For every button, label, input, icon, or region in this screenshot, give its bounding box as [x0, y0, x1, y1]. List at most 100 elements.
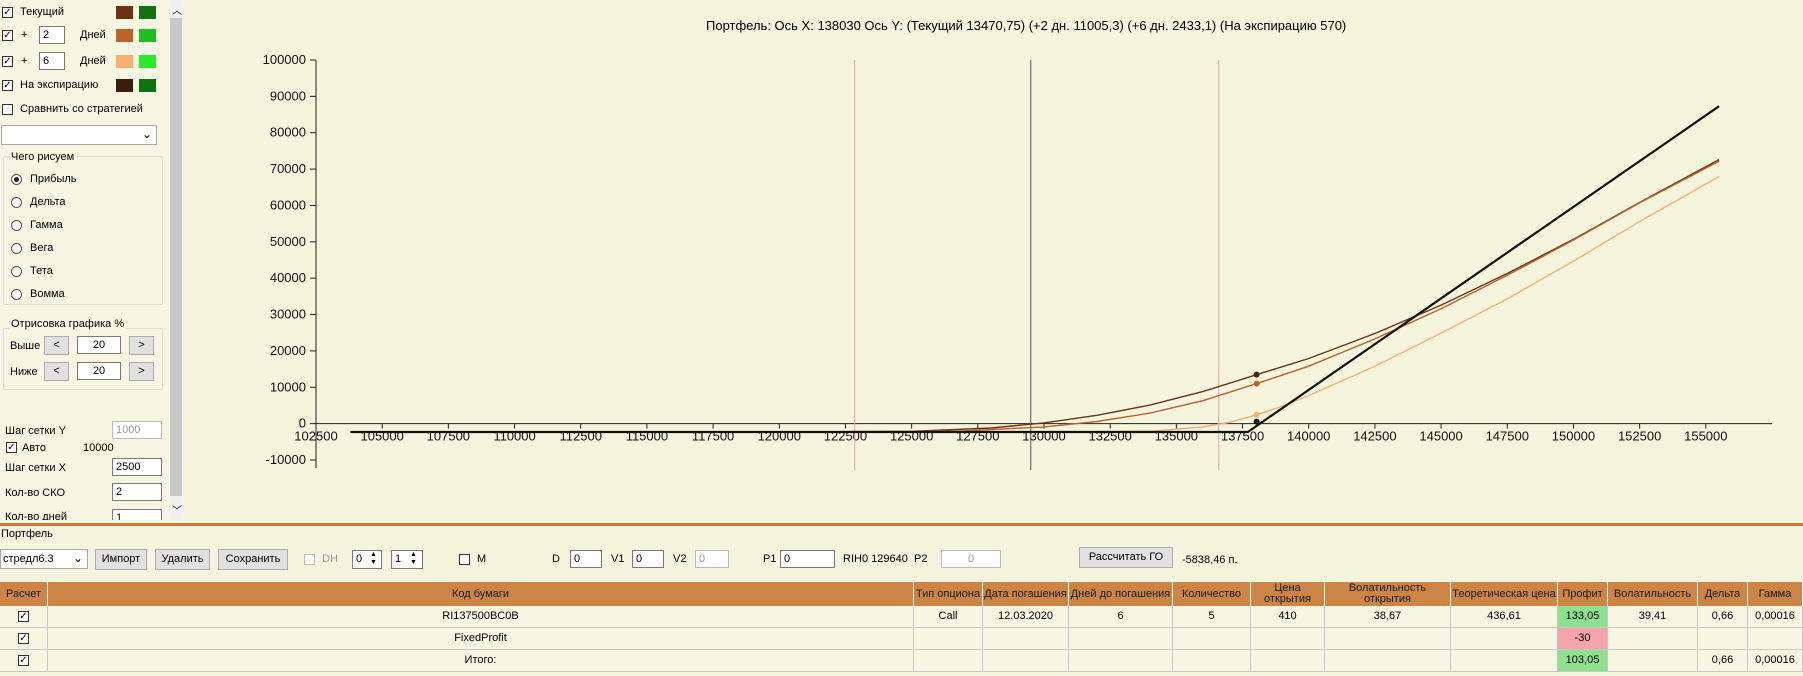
table-row-checkbox-cell: ✓ [0, 628, 48, 650]
x-tick-label: 110000 [493, 429, 535, 444]
col-header-open-price[interactable]: Цена открытия [1251, 582, 1325, 606]
table-cell[interactable] [1698, 628, 1748, 650]
table-cell[interactable]: 410 [1251, 606, 1325, 628]
table-cell[interactable] [983, 650, 1069, 672]
spin2-input[interactable]: 1 [391, 550, 423, 569]
col-header-open-vol[interactable]: Волатильность открытия [1325, 582, 1451, 606]
series-line-2 [350, 175, 1720, 433]
table-cell[interactable] [1451, 650, 1558, 672]
save-button[interactable]: Сохранить [218, 549, 288, 570]
x-tick-label: 152500 [1618, 429, 1661, 444]
spin1-input[interactable]: 0 [352, 550, 382, 569]
y-tick-label: 10000 [270, 379, 306, 394]
table-cell[interactable]: 0,00016 [1748, 650, 1803, 672]
x-tick-label: 107500 [427, 429, 470, 444]
table-cell[interactable]: Итого: [48, 650, 914, 672]
m-label: M [477, 553, 487, 565]
table-cell[interactable]: -30 [1558, 628, 1608, 650]
col-header-vol[interactable]: Волатильность [1608, 582, 1698, 606]
y-tick-label: 40000 [270, 270, 306, 285]
calc-go-button[interactable]: Рассчитать ГО [1079, 547, 1173, 568]
table-cell[interactable]: 38,67 [1325, 606, 1451, 628]
delete-button[interactable]: Удалить [155, 549, 210, 570]
spin1-arrows-icon[interactable]: ▲ ▼ [370, 551, 377, 567]
table-cell[interactable]: 6 [1069, 606, 1173, 628]
dh-checkbox[interactable] [304, 554, 315, 565]
table-cell[interactable] [1608, 628, 1698, 650]
table-row-checkbox-cell: ✓ [0, 650, 48, 672]
v1-label: V1 [611, 553, 625, 565]
table-cell[interactable]: RI137500BC0B [48, 606, 914, 628]
table-cell[interactable] [1251, 628, 1325, 650]
table-cell[interactable] [1173, 650, 1251, 672]
x-tick-label: 117500 [692, 429, 734, 444]
table-cell[interactable] [914, 650, 983, 672]
row-calc-checkbox[interactable]: ✓ [18, 633, 29, 644]
col-header-delta[interactable]: Дельта [1698, 582, 1748, 606]
col-header-profit[interactable]: Профит [1558, 582, 1608, 606]
y-tick-label: 90000 [270, 88, 306, 103]
col-header-qty[interactable]: Количество [1173, 582, 1251, 606]
table-cell[interactable]: 133,05 [1558, 606, 1608, 628]
p1-input[interactable]: 0 [780, 550, 835, 568]
table-cell[interactable]: 39,41 [1608, 606, 1698, 628]
x-tick-label: 130000 [1022, 429, 1065, 444]
rih-label: RIH0 129640 [843, 553, 908, 565]
table-cell[interactable]: 0,66 [1698, 606, 1748, 628]
table-cell[interactable]: 436,61 [1451, 606, 1558, 628]
table-cell[interactable] [1173, 628, 1251, 650]
x-tick-label: 102500 [294, 429, 337, 444]
p1-label: P1 [763, 553, 777, 565]
v1-input[interactable]: 0 [632, 550, 664, 568]
chevron-down-icon: ⌄ [72, 551, 83, 565]
series-marker-2 [1253, 411, 1260, 418]
v2-input[interactable]: 0 [695, 550, 729, 568]
col-header-code[interactable]: Код бумаги [48, 582, 914, 606]
p2-input[interactable]: 0 [941, 550, 1001, 568]
table-cell[interactable]: FixedProfit [48, 628, 914, 650]
col-header-type[interactable]: Тип опциона [914, 582, 983, 606]
y-tick-label: 70000 [270, 161, 306, 176]
x-tick-label: 150000 [1552, 429, 1595, 444]
table-cell[interactable]: 12.03.2020 [983, 606, 1069, 628]
table-cell[interactable]: 0,00016 [1748, 606, 1803, 628]
table-cell[interactable] [1451, 628, 1558, 650]
portfolio-select[interactable]: стредл6.3 ⌄ [0, 549, 88, 569]
x-tick-label: 155000 [1684, 429, 1727, 444]
col-header-calc[interactable]: Расчет [0, 582, 48, 606]
import-button[interactable]: Импорт [95, 549, 147, 570]
x-tick-label: 140000 [1287, 429, 1330, 444]
table-cell[interactable] [914, 628, 983, 650]
series-marker-1 [1253, 380, 1260, 387]
table-cell[interactable] [1325, 628, 1451, 650]
table-cell[interactable] [1069, 650, 1173, 672]
profit-chart[interactable]: -100000100002000030000400005000060000700… [0, 0, 1803, 520]
d-input[interactable]: 0 [570, 550, 602, 568]
col-header-theo-price[interactable]: Теоретическая цена [1451, 582, 1558, 606]
table-cell[interactable] [1608, 650, 1698, 672]
col-header-days[interactable]: Дней до погашения [1069, 582, 1173, 606]
table-cell[interactable] [1748, 628, 1803, 650]
table-cell[interactable]: Call [914, 606, 983, 628]
table-cell[interactable] [1069, 628, 1173, 650]
y-tick-label: 80000 [270, 125, 306, 140]
x-tick-label: 145000 [1419, 429, 1462, 444]
table-cell[interactable]: 103,05 [1558, 650, 1608, 672]
table-cell[interactable]: 5 [1173, 606, 1251, 628]
table-cell[interactable] [983, 628, 1069, 650]
splitter[interactable] [0, 523, 1803, 526]
x-tick-label: 120000 [758, 429, 801, 444]
table-cell[interactable] [1251, 650, 1325, 672]
table-cell[interactable] [1325, 650, 1451, 672]
series-line-1 [350, 160, 1720, 433]
col-header-gamma[interactable]: Гамма [1748, 582, 1803, 606]
table-cell[interactable]: 0,66 [1698, 650, 1748, 672]
x-tick-label: 105000 [360, 429, 403, 444]
col-header-date[interactable]: Дата погашения [983, 582, 1069, 606]
spin2-arrows-icon[interactable]: ▲ ▼ [410, 551, 417, 567]
y-tick-label: 50000 [270, 234, 306, 249]
row-calc-checkbox[interactable]: ✓ [18, 655, 29, 666]
go-value: -5838,46 п. [1182, 554, 1238, 566]
row-calc-checkbox[interactable]: ✓ [18, 611, 29, 622]
m-checkbox[interactable] [459, 554, 470, 565]
